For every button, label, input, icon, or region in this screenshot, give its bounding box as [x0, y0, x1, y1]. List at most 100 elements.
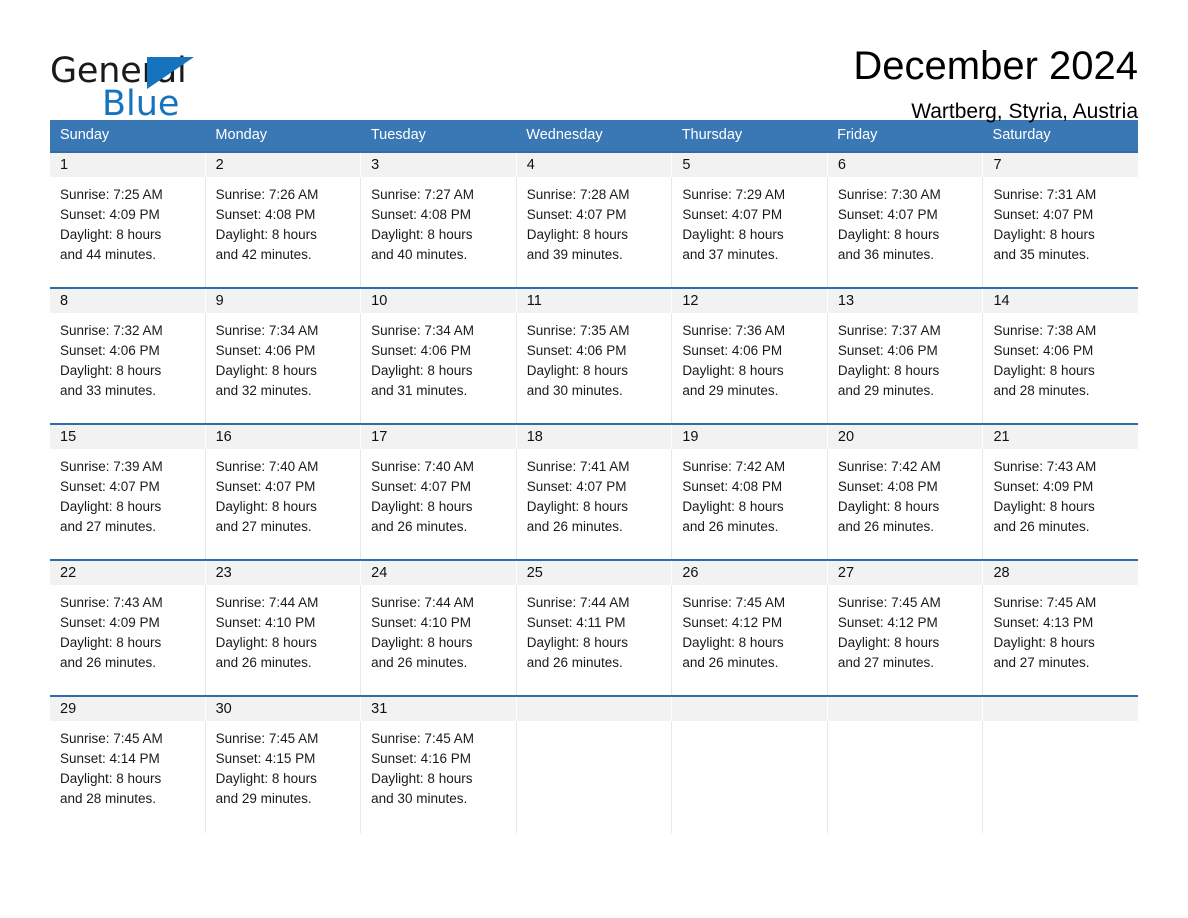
day-number[interactable]: 16 [205, 425, 362, 449]
daylight-text-line2: and 30 minutes. [526, 383, 623, 398]
day-number[interactable]: 22 [50, 561, 206, 585]
sunset-text: Sunset: 4:07 PM [371, 479, 471, 494]
day-number[interactable]: 24 [361, 561, 517, 585]
weekday-wednesday: Wednesday [526, 127, 603, 143]
day-number[interactable]: 15 [50, 425, 206, 449]
day-number[interactable]: 27 [827, 561, 984, 585]
daylight-text-line1: Daylight: 8 hours [215, 227, 317, 242]
day-number[interactable]: 8 [50, 289, 206, 313]
day-number[interactable]: 12 [672, 289, 828, 313]
day-number[interactable]: 4 [516, 153, 673, 177]
day-cell[interactable]: Sunrise: 7:43 AM Sunset: 4:09 PM Dayligh… [50, 585, 206, 695]
weekday-tuesday: Tuesday [370, 127, 426, 143]
daylight-text-line2: and 27 minutes. [993, 655, 1090, 670]
day-cell[interactable]: Sunrise: 7:27 AM Sunset: 4:08 PM Dayligh… [361, 177, 517, 287]
day-cell[interactable]: Sunrise: 7:42 AM Sunset: 4:08 PM Dayligh… [828, 449, 984, 559]
day-number[interactable]: 25 [516, 561, 673, 585]
day-cell[interactable]: Sunrise: 7:45 AM Sunset: 4:15 PM Dayligh… [206, 721, 362, 833]
day-cell[interactable]: Sunrise: 7:40 AM Sunset: 4:07 PM Dayligh… [206, 449, 362, 559]
sunrise-text: Sunrise: 7:25 AM [60, 187, 163, 202]
day-cell[interactable]: Sunrise: 7:40 AM Sunset: 4:07 PM Dayligh… [361, 449, 517, 559]
day-number[interactable]: 26 [672, 561, 828, 585]
sunset-text: Sunset: 4:06 PM [371, 343, 471, 358]
day-number[interactable]: 6 [827, 153, 984, 177]
day-number[interactable]: 30 [205, 697, 362, 721]
day-cell[interactable]: Sunrise: 7:44 AM Sunset: 4:10 PM Dayligh… [206, 585, 362, 695]
day-number[interactable]: 11 [516, 289, 673, 313]
sunset-text: Sunset: 4:07 PM [993, 207, 1094, 222]
day-number[interactable]: 1 [50, 153, 206, 177]
day-number[interactable]: 9 [205, 289, 362, 313]
sunrise-text: Sunrise: 7:27 AM [371, 187, 474, 202]
day-number[interactable]: 5 [672, 153, 828, 177]
daylight-text-line2: and 33 minutes. [60, 383, 157, 398]
day-cell[interactable]: Sunrise: 7:34 AM Sunset: 4:06 PM Dayligh… [206, 313, 362, 423]
daylight-text-line1: Daylight: 8 hours [215, 499, 317, 514]
daylight-text-line2: and 26 minutes. [837, 519, 934, 534]
day-detail-row: Sunrise: 7:25 AM Sunset: 4:09 PM Dayligh… [50, 177, 1138, 287]
day-cell[interactable]: Sunrise: 7:34 AM Sunset: 4:06 PM Dayligh… [361, 313, 517, 423]
sunset-text: Sunset: 4:09 PM [993, 479, 1094, 494]
daylight-text-line1: Daylight: 8 hours [60, 363, 162, 378]
day-number[interactable]: 20 [827, 425, 984, 449]
day-number[interactable]: 2 [205, 153, 362, 177]
day-cell[interactable]: Sunrise: 7:41 AM Sunset: 4:07 PM Dayligh… [517, 449, 673, 559]
day-number[interactable]: 18 [516, 425, 673, 449]
day-cell[interactable]: Sunrise: 7:45 AM Sunset: 4:12 PM Dayligh… [672, 585, 828, 695]
day-cell[interactable]: Sunrise: 7:30 AM Sunset: 4:07 PM Dayligh… [828, 177, 984, 287]
day-cell[interactable]: Sunrise: 7:29 AM Sunset: 4:07 PM Dayligh… [672, 177, 828, 287]
day-cell[interactable]: Sunrise: 7:31 AM Sunset: 4:07 PM Dayligh… [983, 177, 1138, 287]
day-cell[interactable]: Sunrise: 7:43 AM Sunset: 4:09 PM Dayligh… [983, 449, 1138, 559]
day-number[interactable]: 28 [983, 561, 1139, 585]
sunset-text: Sunset: 4:09 PM [60, 207, 160, 222]
day-number-empty [827, 697, 984, 721]
sunrise-text: Sunrise: 7:40 AM [371, 459, 474, 474]
daylight-text-line2: and 44 minutes. [60, 247, 157, 262]
day-number[interactable]: 7 [983, 153, 1139, 177]
day-cell[interactable]: Sunrise: 7:45 AM Sunset: 4:13 PM Dayligh… [983, 585, 1138, 695]
sunset-text: Sunset: 4:08 PM [837, 479, 938, 494]
day-cell[interactable]: Sunrise: 7:25 AM Sunset: 4:09 PM Dayligh… [50, 177, 206, 287]
week-row: 29 30 31 Sunrise: 7:45 AM Sunset: 4:14 P… [50, 695, 1139, 833]
day-number[interactable]: 10 [361, 289, 517, 313]
day-cell[interactable]: Sunrise: 7:45 AM Sunset: 4:12 PM Dayligh… [828, 585, 984, 695]
day-number[interactable]: 23 [205, 561, 362, 585]
daylight-text-line1: Daylight: 8 hours [371, 635, 473, 650]
day-cell[interactable]: Sunrise: 7:26 AM Sunset: 4:08 PM Dayligh… [206, 177, 362, 287]
generalblue-logo[interactable]: General Blue [50, 40, 250, 122]
day-cell-empty [672, 721, 828, 833]
sunset-text: Sunset: 4:08 PM [371, 207, 471, 222]
day-cell-empty [983, 721, 1138, 833]
day-cell[interactable]: Sunrise: 7:44 AM Sunset: 4:11 PM Dayligh… [517, 585, 673, 695]
day-cell[interactable]: Sunrise: 7:44 AM Sunset: 4:10 PM Dayligh… [361, 585, 517, 695]
daylight-text-line1: Daylight: 8 hours [60, 771, 162, 786]
day-cell[interactable]: Sunrise: 7:45 AM Sunset: 4:14 PM Dayligh… [50, 721, 206, 833]
logo-text-blue: Blue [102, 84, 180, 124]
day-number[interactable]: 17 [361, 425, 517, 449]
daylight-text-line2: and 26 minutes. [682, 655, 779, 670]
sunrise-text: Sunrise: 7:45 AM [993, 595, 1097, 610]
day-cell[interactable]: Sunrise: 7:36 AM Sunset: 4:06 PM Dayligh… [672, 313, 828, 423]
daylight-text-line1: Daylight: 8 hours [837, 227, 940, 242]
day-cell[interactable]: Sunrise: 7:39 AM Sunset: 4:07 PM Dayligh… [50, 449, 206, 559]
day-number[interactable]: 3 [361, 153, 517, 177]
day-cell-empty [517, 721, 673, 833]
day-cell[interactable]: Sunrise: 7:32 AM Sunset: 4:06 PM Dayligh… [50, 313, 206, 423]
day-number[interactable]: 13 [827, 289, 984, 313]
day-number[interactable]: 19 [672, 425, 828, 449]
day-cell[interactable]: Sunrise: 7:38 AM Sunset: 4:06 PM Dayligh… [983, 313, 1138, 423]
sunrise-text: Sunrise: 7:42 AM [682, 459, 786, 474]
day-number[interactable]: 14 [983, 289, 1139, 313]
sunset-text: Sunset: 4:07 PM [682, 207, 783, 222]
calendar-grid: Sunday Monday Tuesday Wednesday Thursday… [50, 120, 1139, 833]
day-cell[interactable]: Sunrise: 7:35 AM Sunset: 4:06 PM Dayligh… [517, 313, 673, 423]
day-cell[interactable]: Sunrise: 7:42 AM Sunset: 4:08 PM Dayligh… [672, 449, 828, 559]
day-cell[interactable]: Sunrise: 7:28 AM Sunset: 4:07 PM Dayligh… [517, 177, 673, 287]
day-number-empty [983, 697, 1139, 721]
day-cell[interactable]: Sunrise: 7:37 AM Sunset: 4:06 PM Dayligh… [828, 313, 984, 423]
sunrise-text: Sunrise: 7:41 AM [526, 459, 630, 474]
day-number[interactable]: 21 [983, 425, 1139, 449]
day-cell[interactable]: Sunrise: 7:45 AM Sunset: 4:16 PM Dayligh… [361, 721, 517, 833]
day-number[interactable]: 29 [50, 697, 206, 721]
day-number[interactable]: 31 [361, 697, 517, 721]
